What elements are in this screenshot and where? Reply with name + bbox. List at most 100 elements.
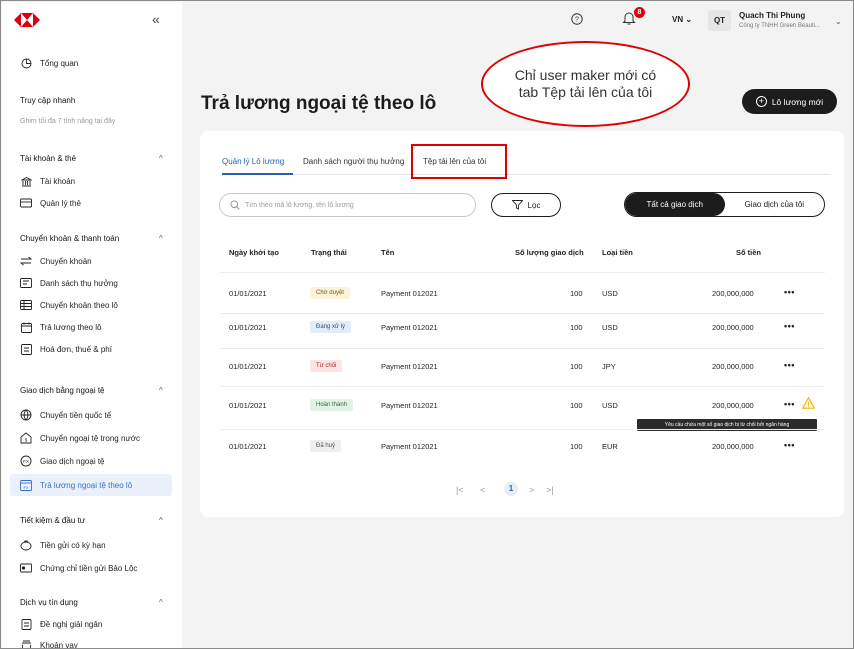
warning-icon[interactable]: [802, 397, 815, 409]
quick-access-title: Truy cập nhanh: [20, 96, 76, 105]
sidebar-item-disbursement-request[interactable]: Đề nghị giải ngân: [10, 613, 172, 635]
filter-label: Lọc: [527, 200, 541, 210]
sidebar-item-transfer[interactable]: Chuyển khoản: [10, 250, 172, 272]
language-selector[interactable]: VN ⌄: [672, 15, 692, 24]
annotation-callout: Chỉ user maker mới có tab Tệp tải lên củ…: [481, 41, 690, 127]
more-actions-icon[interactable]: •••: [784, 321, 795, 331]
sidebar-item-label: Chứng chỉ tiền gửi Bảo Lộc: [40, 563, 138, 573]
chevron-up-icon[interactable]: ^: [159, 386, 163, 395]
transaction-scope-toggle: Tất cả giao dịch Giao dịch của tôi: [624, 192, 825, 217]
more-actions-icon[interactable]: •••: [784, 399, 795, 409]
chevron-up-icon[interactable]: ^: [159, 516, 163, 525]
search-placeholder: Tìm theo mã lô lương, tên lô lương: [245, 201, 354, 209]
filter-button[interactable]: Lọc: [491, 193, 561, 217]
status-badge: Chờ duyệt: [310, 287, 350, 299]
chevron-down-icon[interactable]: ⌄: [835, 17, 842, 26]
cell-date: 01/01/2021: [229, 401, 267, 410]
avatar[interactable]: QT: [708, 10, 731, 31]
sidebar-item-label: Danh sách thụ hưởng: [40, 278, 118, 288]
segment-my-transactions[interactable]: Giao dịch của tôi: [725, 193, 825, 216]
more-actions-icon[interactable]: •••: [784, 287, 795, 297]
chevron-up-icon[interactable]: ^: [159, 154, 163, 163]
bill-icon: [20, 343, 32, 355]
cell-date: 01/01/2021: [229, 442, 267, 451]
cell-amount: 200,000,000: [712, 323, 754, 332]
cell-currency: EUR: [602, 442, 618, 451]
sidebar-item-batch-payroll[interactable]: Trả lương theo lô: [10, 316, 172, 338]
sidebar-item-overview[interactable]: Tổng quan: [10, 52, 172, 74]
sidebar-item-label: Đề nghị giải ngân: [40, 619, 103, 629]
status-badge: Hoàn thành: [310, 399, 354, 411]
column-header-amount[interactable]: Số tiền: [736, 248, 761, 257]
annotation-text: Chỉ user maker mới có tab Tệp tải lên củ…: [514, 67, 657, 100]
help-icon[interactable]: ?: [571, 13, 583, 25]
cell-name[interactable]: Payment 012021: [381, 362, 438, 371]
column-header-date[interactable]: Ngày khởi tạo: [229, 248, 279, 257]
cell-amount: 200,000,000: [712, 362, 754, 371]
cell-currency: USD: [602, 289, 618, 298]
row-divider: [220, 313, 825, 314]
cell-date: 01/01/2021: [229, 323, 267, 332]
top-bar: ? 8 VN ⌄ QT Quach Thi Phung Công ty TNHH…: [182, 2, 853, 38]
sidebar-item-loans[interactable]: Khoản vay: [10, 634, 172, 648]
column-header-currency[interactable]: Loại tiền: [602, 248, 633, 257]
next-page-button[interactable]: >: [529, 485, 534, 495]
sidebar-item-domestic-fx-transfer[interactable]: $ Chuyển ngoại tệ trong nước: [10, 427, 172, 449]
section-accounts-cards[interactable]: Tài khoản & thẻ: [20, 154, 76, 163]
section-transfers-payments[interactable]: Chuyển khoản & thanh toán: [20, 234, 119, 243]
sidebar-item-term-deposit[interactable]: Tiền gửi có kỳ hạn: [10, 534, 172, 556]
globe-icon: [20, 409, 32, 421]
column-header-name[interactable]: Tên: [381, 248, 394, 257]
cell-name[interactable]: Payment 012021: [381, 442, 438, 451]
more-actions-icon[interactable]: •••: [784, 440, 795, 450]
transfer-arrows-icon: [20, 255, 32, 267]
cell-currency: USD: [602, 323, 618, 332]
sidebar-item-bills[interactable]: Hoá đơn, thuế & phí: [10, 338, 172, 360]
fx-home-icon: $: [20, 432, 32, 444]
document-icon: [20, 618, 32, 630]
last-page-button[interactable]: >|: [546, 485, 554, 495]
segment-all-transactions[interactable]: Tất cả giao dịch: [625, 193, 725, 216]
section-credit-services[interactable]: Dịch vụ tín dụng: [20, 598, 78, 607]
first-page-button[interactable]: |<: [456, 485, 464, 495]
sidebar-item-label: Trả lương ngoại tệ theo lô: [40, 480, 133, 490]
cell-name[interactable]: Payment 012021: [381, 289, 438, 298]
sidebar-item-beneficiaries[interactable]: Danh sách thụ hưởng: [10, 272, 172, 294]
new-batch-button[interactable]: + Lô lương mới: [742, 89, 837, 114]
collapse-sidebar-icon[interactable]: «: [152, 11, 160, 27]
section-savings-investment[interactable]: Tiết kiệm & đầu tư: [20, 516, 85, 525]
chevron-up-icon[interactable]: ^: [159, 598, 163, 607]
tab-beneficiaries[interactable]: Danh sách người thụ hưởng: [303, 157, 404, 166]
column-header-status[interactable]: Trạng thái: [311, 248, 347, 257]
sidebar-item-deposit-certificate[interactable]: Chứng chỉ tiền gửi Bảo Lộc: [10, 557, 172, 579]
sidebar-item-label: Tiền gửi có kỳ hạn: [40, 540, 106, 550]
user-name[interactable]: Quach Thi Phung: [739, 11, 805, 20]
chevron-up-icon[interactable]: ^: [159, 234, 163, 243]
row-divider: [220, 386, 825, 387]
tab-batch-management[interactable]: Quản lý Lô lương: [222, 157, 284, 166]
cell-name[interactable]: Payment 012021: [381, 323, 438, 332]
search-input[interactable]: Tìm theo mã lô lương, tên lô lương: [219, 193, 476, 217]
cell-date: 01/01/2021: [229, 289, 267, 298]
cell-currency: USD: [602, 401, 618, 410]
prev-page-button[interactable]: <: [480, 485, 485, 495]
fx-payroll-icon: FX: [20, 479, 32, 491]
notification-count-badge: 8: [634, 7, 645, 18]
current-page[interactable]: 1: [504, 482, 518, 496]
sidebar-item-accounts[interactable]: Tài khoản: [10, 170, 172, 192]
sidebar-item-fx-batch-payroll[interactable]: FX Trả lương ngoại tệ theo lô: [10, 474, 172, 496]
sidebar-item-label: Chuyển tiền quốc tế: [40, 410, 112, 420]
sidebar-item-batch-transfer[interactable]: Chuyển khoản theo lô: [10, 294, 172, 316]
more-actions-icon[interactable]: •••: [784, 360, 795, 370]
svg-text:FX: FX: [23, 485, 28, 490]
sidebar-item-cards[interactable]: Quản lý thẻ: [10, 192, 172, 214]
sidebar-item-international-transfer[interactable]: Chuyển tiền quốc tế: [10, 404, 172, 426]
column-header-count[interactable]: Số lượng giao dịch: [515, 248, 584, 257]
cell-name[interactable]: Payment 012021: [381, 401, 438, 410]
section-foreign-currency[interactable]: Giao dịch bằng ngoại tệ: [20, 386, 105, 395]
cell-date: 01/01/2021: [229, 362, 267, 371]
sidebar-item-fx-trading[interactable]: FX Giao dịch ngoại tệ: [10, 450, 172, 472]
row-divider: [220, 348, 825, 349]
svg-text:?: ?: [575, 17, 579, 24]
bank-logo-icon[interactable]: [14, 13, 40, 27]
